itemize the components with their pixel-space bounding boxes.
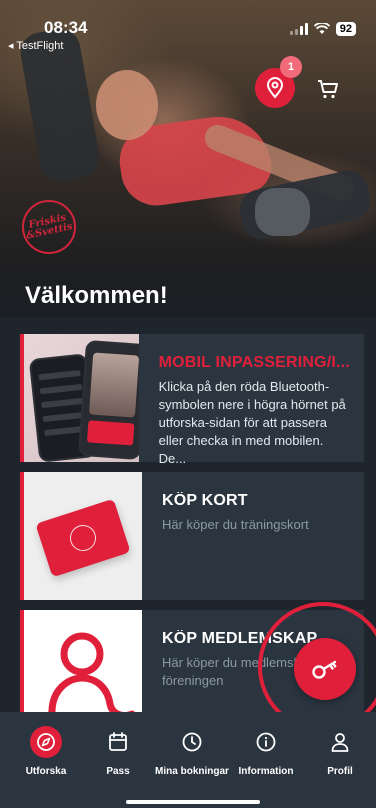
wifi-icon [313, 23, 330, 34]
hero-figure-shoe [255, 188, 310, 236]
cart-icon [318, 80, 338, 99]
friskis-logo: Friskis &Svettis [22, 200, 76, 254]
nav-utforska[interactable]: Utforska [8, 726, 84, 777]
nav-label: Mina bokningar [155, 766, 229, 777]
battery-indicator: 92 [335, 22, 356, 36]
card-description: Här köper du träningskort [162, 517, 309, 532]
nav-label: Profil [327, 766, 353, 777]
nav-label: Information [238, 766, 294, 777]
home-indicator [126, 800, 260, 804]
card-title: MOBIL INPASSERING/I... [158, 354, 350, 371]
bottom-navigation: Utforska Pass Mina bokningar Information… [0, 712, 376, 808]
location-pin-icon [266, 77, 284, 99]
key-icon [312, 660, 337, 679]
nav-mina-bokningar[interactable]: Mina bokningar [154, 726, 230, 777]
phone-illustration-front [78, 339, 139, 461]
clock-icon [176, 726, 208, 758]
hero-figure-face [96, 70, 158, 140]
testflight-back-link[interactable]: ◂ TestFlight [8, 39, 63, 52]
person-icon [324, 726, 356, 758]
calendar-icon [102, 726, 134, 758]
location-badge: 1 [280, 56, 302, 78]
nav-label: Utforska [25, 766, 67, 777]
welcome-heading: Välkommen! [25, 282, 168, 309]
status-icons: 92 [289, 22, 356, 36]
card-image-phones [20, 334, 139, 462]
bluetooth-key-button[interactable] [294, 638, 356, 700]
compass-icon [30, 726, 62, 758]
nav-label: Pass [106, 766, 130, 777]
nav-pass[interactable]: Pass [80, 726, 156, 777]
card-mobile-entry[interactable]: MOBIL INPASSERING/I... Klicka på den röd… [20, 334, 364, 466]
nav-profil[interactable]: Profil [302, 726, 376, 777]
status-time: 08:34 [44, 18, 88, 37]
nav-information[interactable]: Information [228, 726, 304, 777]
card-image-membership-card [20, 472, 142, 600]
card-title: KÖP KORT [162, 492, 248, 509]
cart-button[interactable] [314, 76, 342, 102]
signal-icon [289, 23, 308, 35]
membership-card-illustration [35, 498, 131, 578]
info-icon [250, 726, 282, 758]
card-buy-card[interactable]: KÖP KORT Här köper du träningskort [20, 472, 364, 600]
card-description: Klicka på den röda Bluetooth-symbolen ne… [158, 379, 346, 466]
